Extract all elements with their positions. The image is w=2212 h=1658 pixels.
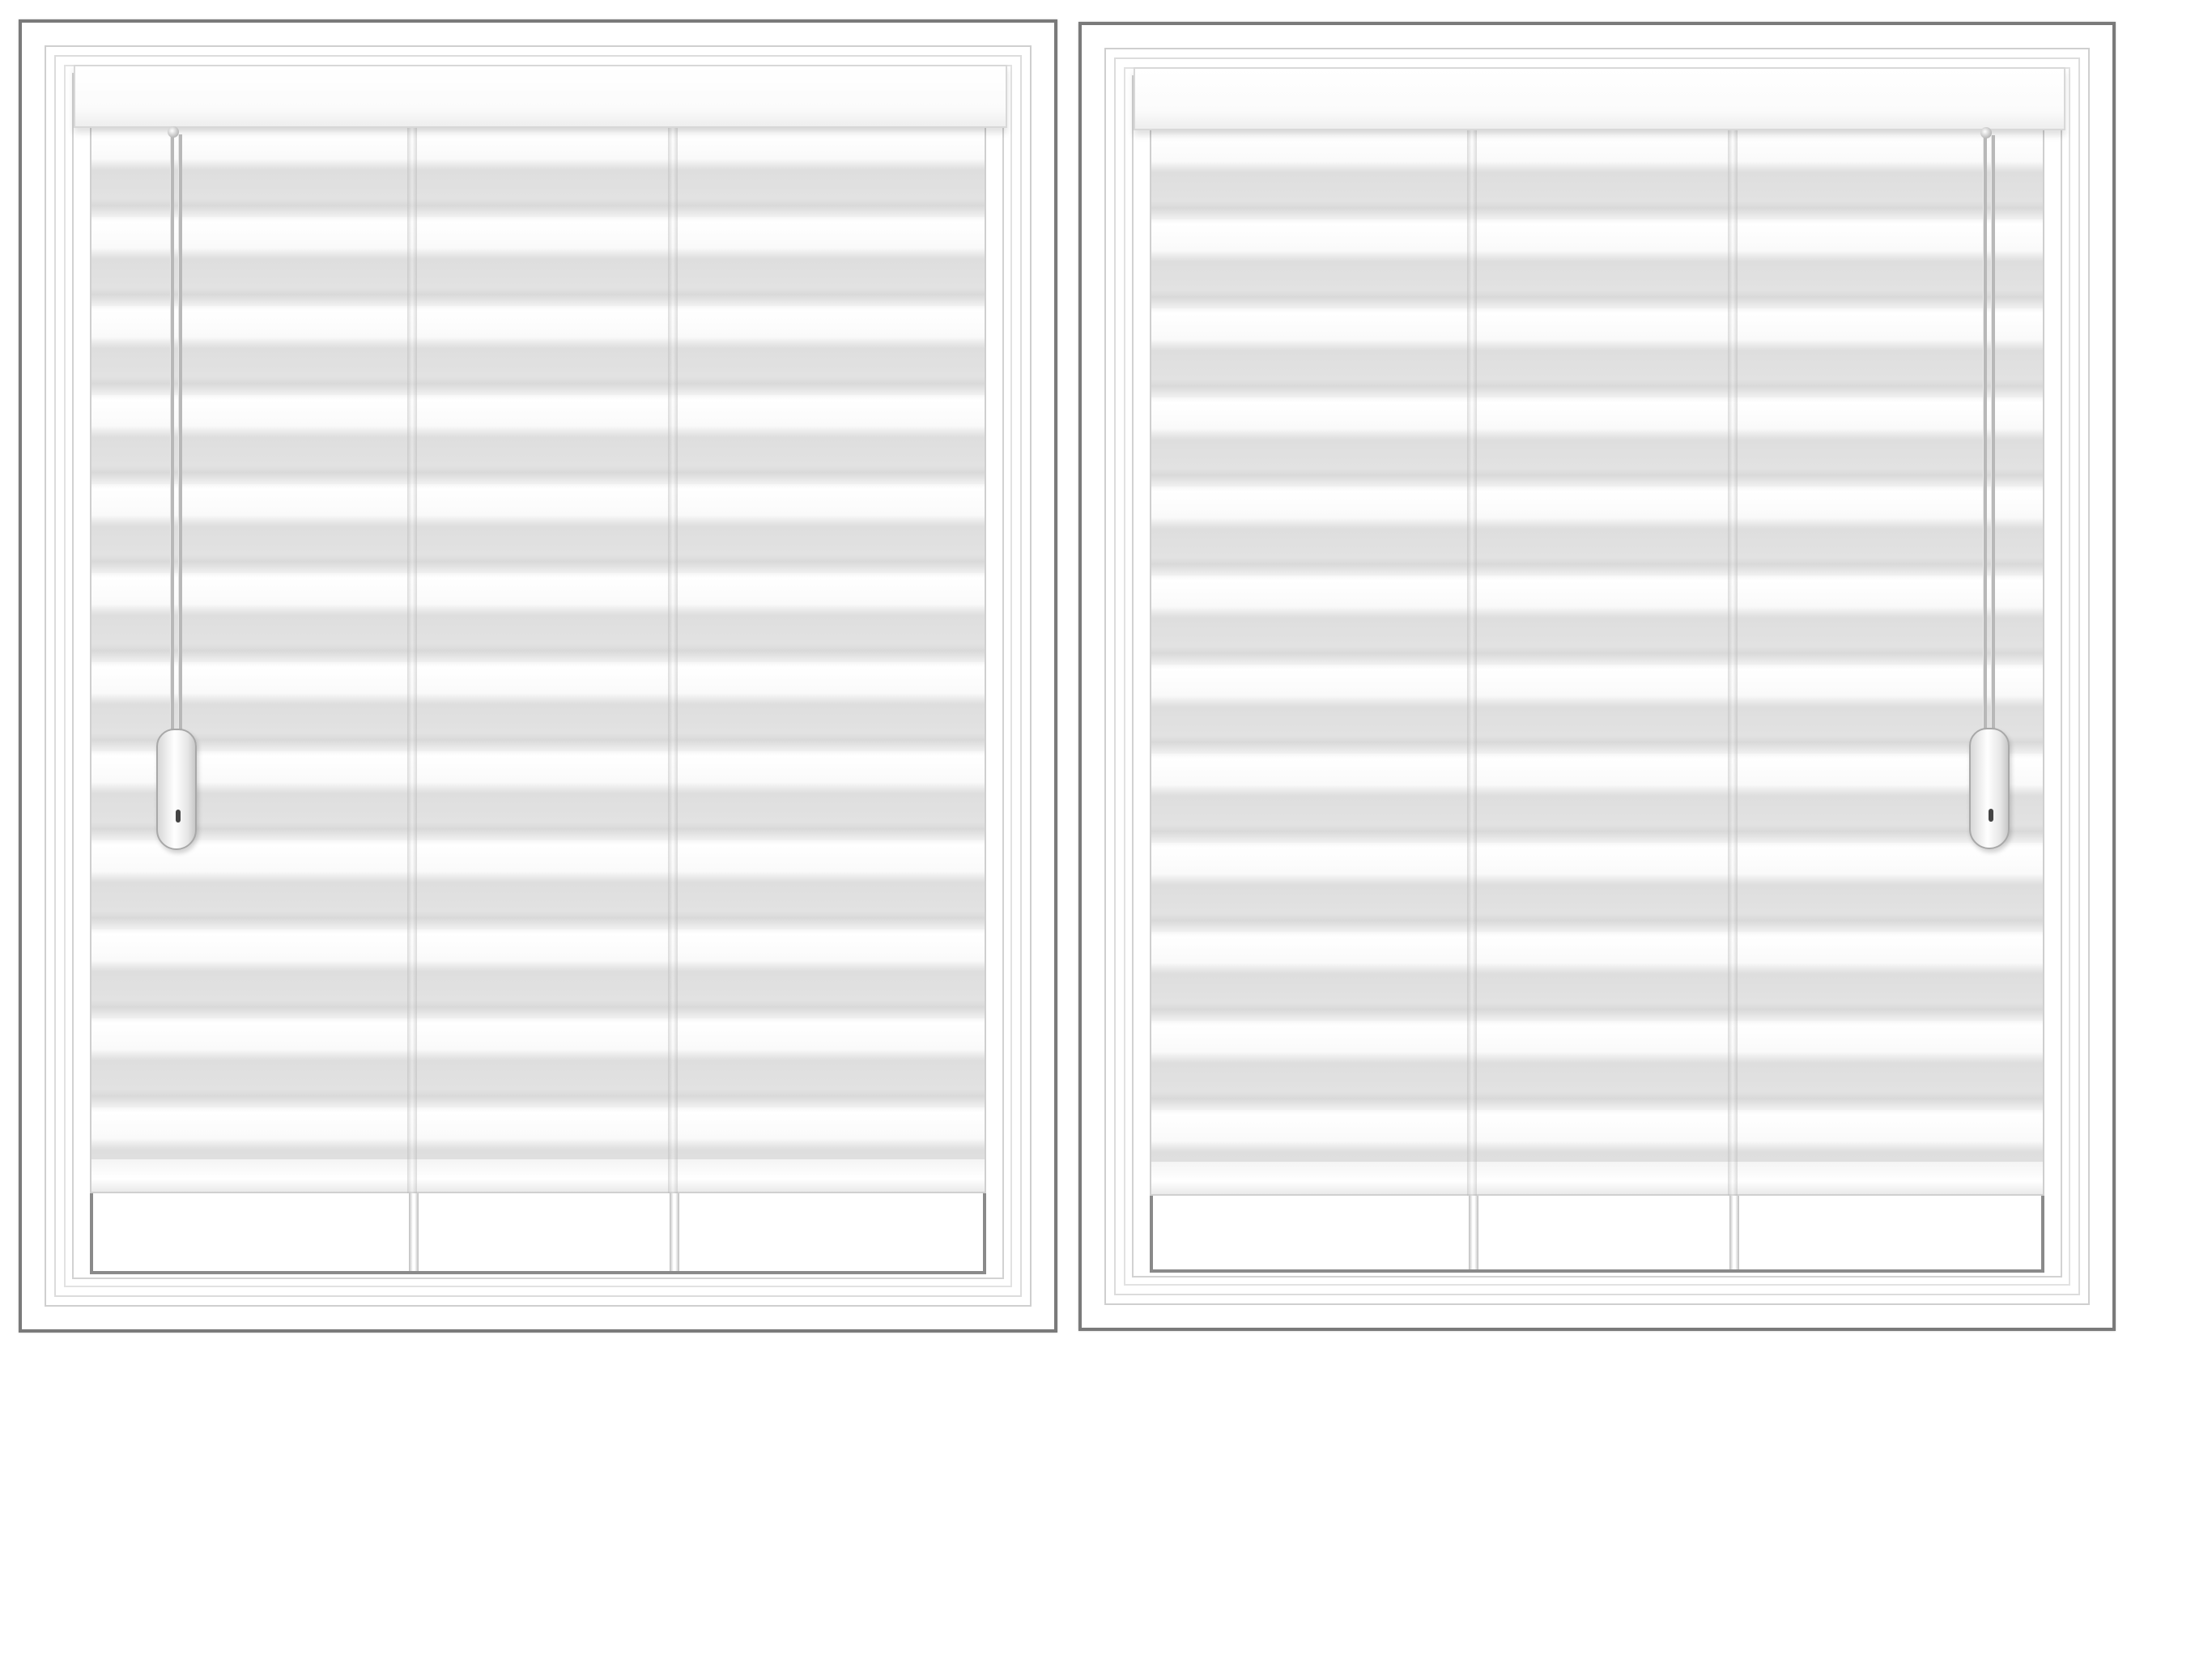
zebra-blind-fabric[interactable]: [90, 128, 986, 1193]
mullion-shadow: [668, 128, 678, 1193]
pull-cord: [1991, 135, 1995, 759]
pull-cord: [170, 134, 174, 758]
pull-cord: [178, 134, 182, 758]
mullion-shadow: [407, 128, 417, 1193]
pull-cord: [1983, 135, 1987, 759]
mullion-shadow: [1467, 130, 1477, 1196]
blinds-scene: [0, 0, 2212, 1658]
zebra-blind-fabric[interactable]: [1150, 130, 2044, 1196]
cord-tassel-icon[interactable]: [156, 729, 197, 850]
window-right: [1078, 22, 2116, 1331]
cord-anchor-icon: [1980, 127, 1992, 138]
blind-headrail: [74, 65, 1007, 128]
cord-tassel-icon[interactable]: [1969, 728, 2010, 849]
blind-headrail: [1134, 67, 2065, 130]
mullion-shadow: [1728, 130, 1738, 1196]
cord-anchor-icon: [168, 126, 179, 138]
window-left: [19, 19, 1057, 1333]
